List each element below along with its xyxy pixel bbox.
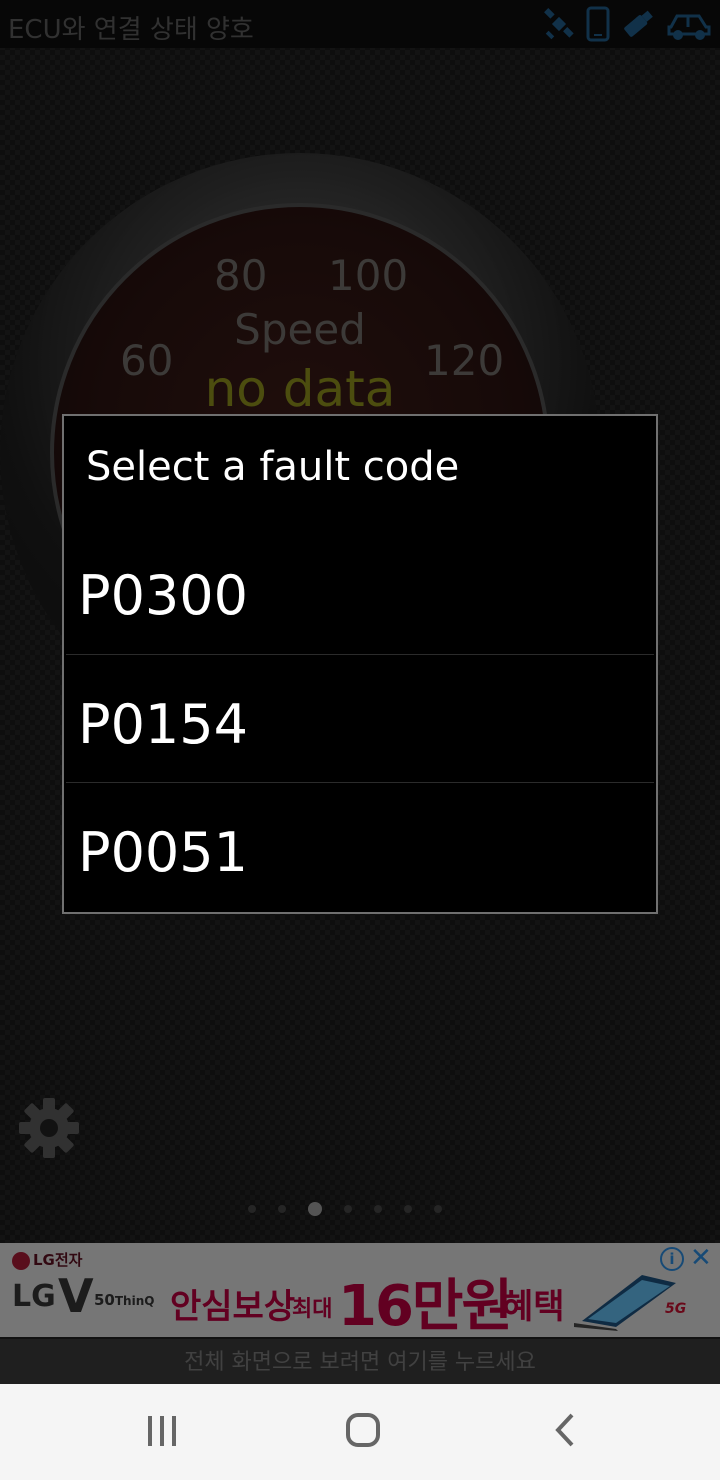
fault-code-item[interactable]: P0051 <box>64 783 656 911</box>
recents-icon[interactable] <box>146 1414 178 1452</box>
fault-code-label: P0051 <box>78 821 248 884</box>
dialog-title: Select a fault code <box>86 444 460 490</box>
fault-code-label: P0300 <box>78 564 248 627</box>
fault-code-item[interactable]: P0154 <box>64 655 656 783</box>
home-icon[interactable] <box>345 1412 381 1452</box>
back-icon[interactable] <box>552 1412 576 1452</box>
fault-code-label: P0154 <box>78 693 248 756</box>
system-nav-bar <box>0 1384 720 1480</box>
fault-code-dialog: Select a fault code P0300 P0154 P0051 <box>62 414 658 914</box>
fault-code-item[interactable]: P0300 <box>64 526 656 654</box>
